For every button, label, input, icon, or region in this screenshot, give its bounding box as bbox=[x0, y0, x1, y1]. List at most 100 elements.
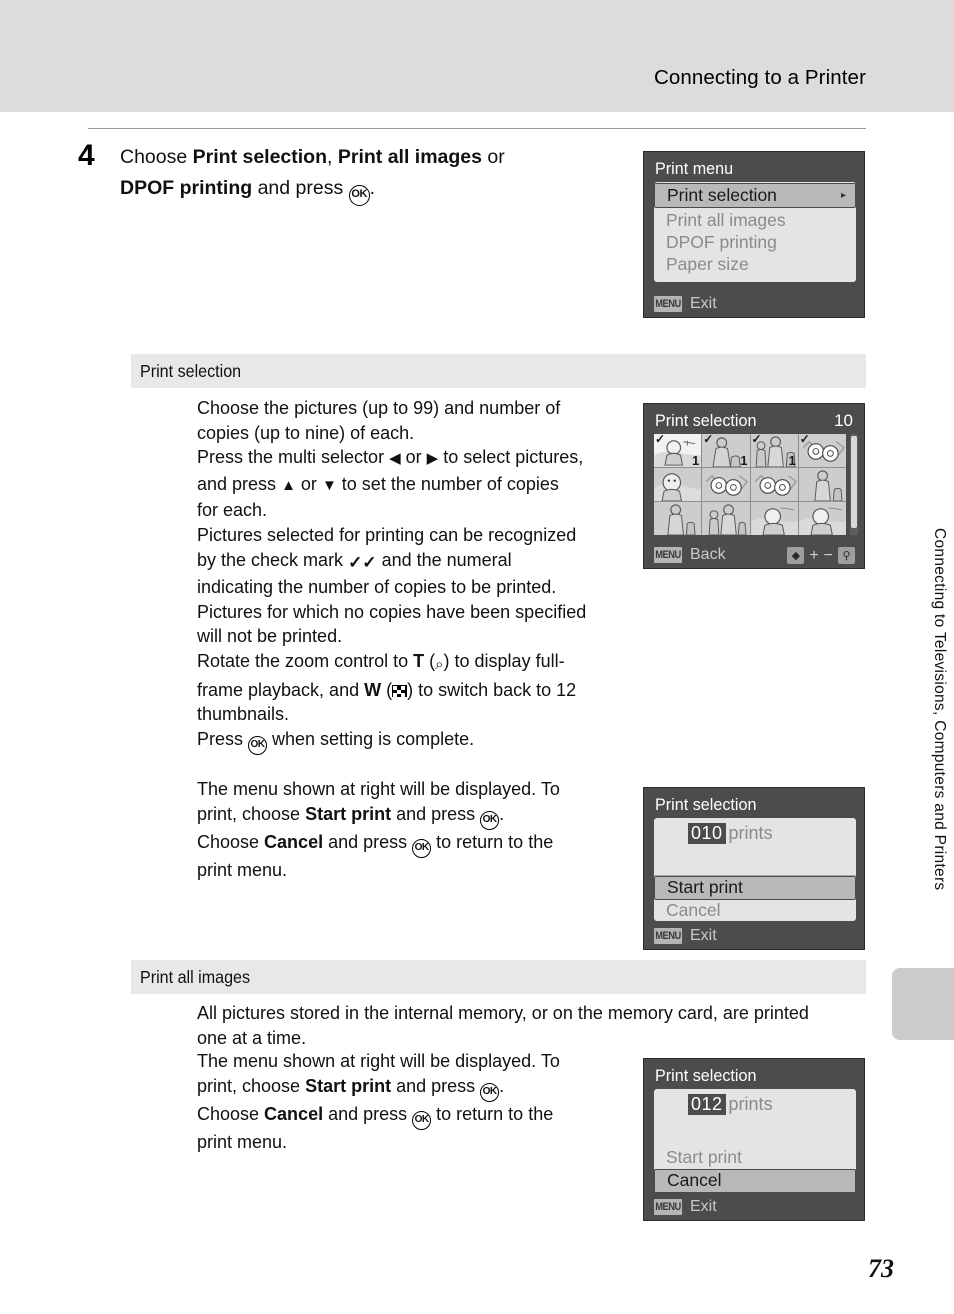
zoom-control-t-label: T bbox=[413, 650, 425, 671]
ps-p6-a: Press bbox=[197, 729, 249, 749]
pa-p1-line2: one at a time. bbox=[197, 1027, 307, 1048]
step-bold-dpof-printing: DPOF printing bbox=[120, 177, 253, 199]
pa-p2-line2-b: and press bbox=[391, 1075, 481, 1096]
pa-menu-description-paragraph: The menu shown at right will be displaye… bbox=[197, 1049, 597, 1154]
minus-icon[interactable]: − bbox=[824, 547, 833, 564]
ps-p3-line3: indicating the number of copies to be pr… bbox=[197, 577, 557, 598]
step-bold-print-all-images: Print all images bbox=[337, 146, 482, 168]
ps-p7-line1: The menu shown at right will be displaye… bbox=[197, 779, 560, 799]
ok-button-icon: OK bbox=[412, 838, 432, 858]
menu-item-dpof-printing-label: DPOF printing bbox=[666, 232, 777, 252]
camera-screen-start-print-dialog: Print selection 010 prints Start print Ca… bbox=[643, 787, 865, 950]
pa-intro-paragraph: All pictures stored in the internal memo… bbox=[197, 1001, 867, 1050]
print-selection-paragraphs: Choose the pictures (up to 99) and numbe… bbox=[197, 396, 617, 727]
bold-start-print: Start print bbox=[305, 1075, 392, 1096]
menu-item-print-all-images-label: Print all images bbox=[666, 210, 786, 230]
menu-button-icon: MENU bbox=[654, 1199, 683, 1215]
check-mark-icon: ✓ bbox=[703, 434, 714, 446]
ps-p5-paren-1: ( bbox=[424, 650, 436, 671]
up-down-arrows-icon[interactable]: ◆ bbox=[787, 547, 805, 564]
chevron-right-icon: ▸ bbox=[840, 189, 846, 201]
thumbnail-item[interactable]: ✓ 1 bbox=[654, 434, 702, 467]
ps-p3-line1: Pictures selected for printing can be re… bbox=[197, 524, 577, 545]
menu-item-print-selection[interactable]: Print selection ▸ bbox=[654, 183, 856, 208]
thumbnail-item[interactable] bbox=[702, 502, 750, 535]
ok-button-icon: OK bbox=[412, 1110, 432, 1130]
thumbnail-item[interactable] bbox=[654, 502, 702, 535]
pa-p2-line3-b: and press bbox=[323, 1103, 413, 1124]
check-mark-icon: ✓ bbox=[655, 434, 666, 446]
thumbnail-item[interactable]: ✓ bbox=[798, 434, 846, 467]
ps-p5-line3: thumbnails. bbox=[197, 704, 290, 725]
thumbnail-item[interactable] bbox=[702, 468, 750, 501]
screen-title-print-selection: Print selection bbox=[655, 411, 757, 430]
footer-label-back: Back bbox=[690, 546, 726, 563]
thumbnail-grid-icon bbox=[392, 684, 408, 697]
screen-title-print-menu: Print menu bbox=[655, 159, 734, 178]
step-bold-print-selection: Print selection bbox=[192, 146, 328, 168]
prints-count-label: prints bbox=[728, 1094, 773, 1114]
camera-screen-print-menu: Print menu Print selection ▸ Print all i… bbox=[643, 151, 865, 318]
ps-p1-line1: Choose the pictures (up to 99) and numbe… bbox=[197, 398, 561, 418]
pa-p1-line1: All pictures stored in the internal memo… bbox=[197, 1003, 809, 1023]
dialog-item-start-print[interactable]: Start print bbox=[654, 1146, 856, 1168]
ps-p5-line1-c: ) to display full- bbox=[443, 650, 565, 671]
ps-p4-line1: Pictures for which no copies have been s… bbox=[197, 601, 587, 622]
dialog-item-cancel[interactable]: Cancel bbox=[654, 1169, 856, 1193]
ps-p7-line2-c: . bbox=[499, 803, 505, 824]
pa-p2-line1: The menu shown at right will be displaye… bbox=[197, 1051, 560, 1071]
copies-count: 1 bbox=[740, 453, 748, 467]
dialog-item-start-print-label: Start print bbox=[666, 1147, 742, 1167]
page-number: 73 bbox=[868, 1254, 894, 1283]
bold-start-print: Start print bbox=[305, 803, 392, 824]
arrow-down-icon: ▼ bbox=[321, 476, 337, 494]
check-mark-icon: ✓✓ bbox=[348, 552, 377, 572]
section-header-print-selection-label: Print selection bbox=[140, 361, 242, 381]
ok-button-icon: OK bbox=[348, 185, 370, 206]
ok-button-icon: OK bbox=[248, 736, 268, 755]
ps-p2-line2-c: to set the number of copies bbox=[336, 473, 559, 494]
grid-tool-icons: ◆ + − ⚲ bbox=[787, 547, 855, 564]
thumbnail-grid[interactable]: ✓ 1 ✓ 1 ✓ 1 ✓ bbox=[654, 434, 846, 535]
thumbnail-item[interactable]: ✓ 1 bbox=[750, 434, 798, 467]
thumbnail-item[interactable] bbox=[750, 502, 798, 535]
thumbnail-item[interactable] bbox=[798, 468, 846, 501]
ps-p5-paren-2: ( bbox=[381, 679, 393, 700]
step-text-part-4: and press bbox=[252, 177, 349, 199]
prints-count-row: 012 prints bbox=[688, 1094, 773, 1115]
print-menu-panel: Print selection ▸ Print all images DPOF … bbox=[654, 182, 856, 282]
ps-menu-description-paragraph: The menu shown at right will be displaye… bbox=[197, 777, 597, 882]
bold-cancel: Cancel bbox=[264, 831, 324, 852]
selected-count-badge: 10 bbox=[834, 411, 853, 430]
thumbnail-item[interactable] bbox=[798, 502, 846, 535]
camera-screen-print-selection-grid: Print selection 10 ✓ 1 ✓ 1 ✓ 1 ✓ MENU Ba… bbox=[643, 403, 865, 569]
copies-count: 1 bbox=[692, 453, 700, 467]
menu-button-icon: MENU bbox=[654, 928, 683, 944]
pa-p2-line3-a: Choose bbox=[197, 1103, 265, 1124]
dialog-item-cancel[interactable]: Cancel bbox=[654, 900, 856, 921]
magnifier-icon[interactable]: ⚲ bbox=[838, 547, 855, 564]
menu-item-dpof-printing[interactable]: DPOF printing bbox=[654, 231, 856, 253]
header-divider-rule bbox=[88, 128, 866, 129]
arrow-right-icon: ▶ bbox=[426, 450, 439, 468]
thumbnail-item[interactable] bbox=[750, 468, 798, 501]
page-header-title: Connecting to a Printer bbox=[654, 66, 866, 89]
menu-item-print-all-images[interactable]: Print all images bbox=[654, 209, 856, 231]
ps-p2-line1-c: to select pictures, bbox=[438, 447, 584, 468]
plus-icon[interactable]: + bbox=[809, 547, 818, 564]
ps-p7-line2-b: and press bbox=[391, 803, 481, 824]
check-mark-icon: ✓ bbox=[799, 434, 810, 446]
thumbnail-item[interactable]: ✓ 1 bbox=[702, 434, 750, 467]
ps-p4-line2: will not be printed. bbox=[197, 626, 343, 647]
grid-scrollbar[interactable] bbox=[850, 434, 858, 535]
thumbnail-item[interactable] bbox=[654, 468, 702, 501]
ok-button-icon: OK bbox=[480, 810, 500, 830]
dialog-item-start-print-label: Start print bbox=[667, 877, 743, 897]
menu-item-paper-size[interactable]: Paper size bbox=[654, 253, 856, 275]
page-header-band bbox=[0, 0, 954, 112]
cancel-dialog-footer: MENU Exit bbox=[644, 1194, 864, 1220]
section-header-print-all-images-label: Print all images bbox=[140, 967, 251, 987]
prints-count-value: 012 bbox=[688, 1094, 726, 1115]
scrollbar-thumb[interactable] bbox=[851, 436, 857, 528]
dialog-item-start-print[interactable]: Start print bbox=[654, 876, 856, 900]
